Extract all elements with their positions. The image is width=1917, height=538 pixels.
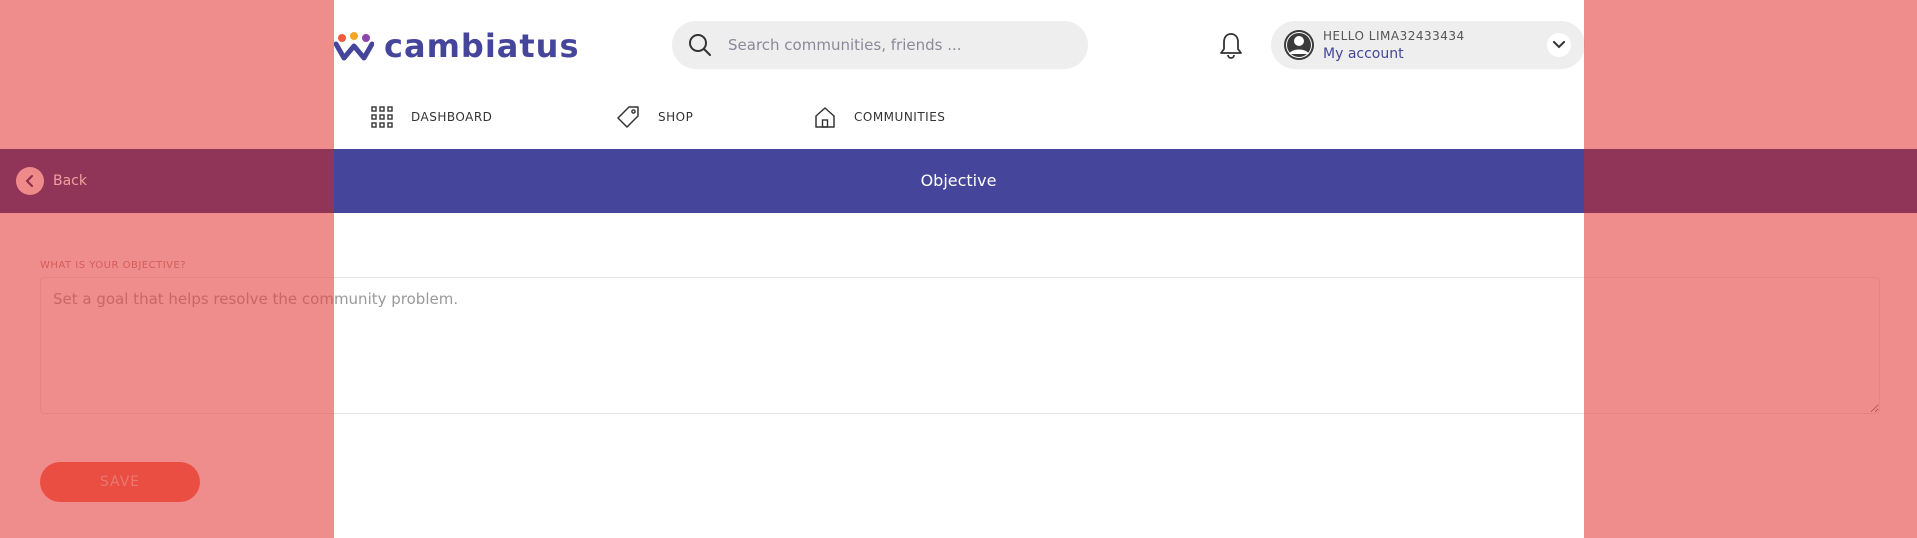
search-bar[interactable] bbox=[672, 21, 1088, 69]
nav-label: SHOP bbox=[658, 110, 694, 124]
notifications-button[interactable] bbox=[1216, 30, 1246, 60]
nav-dashboard[interactable]: DASHBOARD bbox=[371, 104, 492, 130]
tag-icon bbox=[617, 106, 639, 128]
home-icon bbox=[815, 107, 835, 128]
account-menu[interactable]: HELLO LIMA32433434 My account bbox=[1271, 21, 1585, 69]
grid-icon bbox=[371, 106, 393, 128]
back-circle bbox=[16, 167, 44, 195]
back-button[interactable]: Back bbox=[16, 167, 87, 195]
page-title: Objective bbox=[920, 171, 997, 190]
brand-logo[interactable]: cambiatus bbox=[333, 26, 580, 66]
search-input[interactable] bbox=[726, 35, 1070, 55]
bell-icon bbox=[1220, 33, 1242, 59]
account-dropdown-button[interactable] bbox=[1547, 33, 1571, 57]
account-greeting: HELLO LIMA32433434 bbox=[1323, 28, 1465, 43]
nav-communities[interactable]: COMMUNITIES bbox=[814, 104, 945, 130]
back-label: Back bbox=[53, 173, 87, 189]
search-icon bbox=[689, 34, 711, 56]
page-title-bar: Objective bbox=[0, 149, 1917, 213]
objective-label: WHAT IS YOUR OBJECTIVE? bbox=[40, 260, 187, 271]
overlay-right bbox=[1584, 0, 1917, 538]
nav-shop[interactable]: SHOP bbox=[616, 104, 693, 130]
chevron-left-icon bbox=[26, 175, 33, 187]
objective-textarea[interactable] bbox=[40, 277, 1880, 414]
nav-label: DASHBOARD bbox=[411, 110, 493, 124]
logo-mark-icon bbox=[333, 30, 375, 62]
nav-label: COMMUNITIES bbox=[854, 110, 946, 124]
chevron-down-icon bbox=[1553, 41, 1565, 49]
save-button[interactable]: SAVE bbox=[40, 462, 200, 502]
brand-name: cambiatus bbox=[384, 27, 580, 65]
my-account-link[interactable]: My account bbox=[1323, 46, 1465, 62]
avatar-icon bbox=[1284, 30, 1314, 60]
